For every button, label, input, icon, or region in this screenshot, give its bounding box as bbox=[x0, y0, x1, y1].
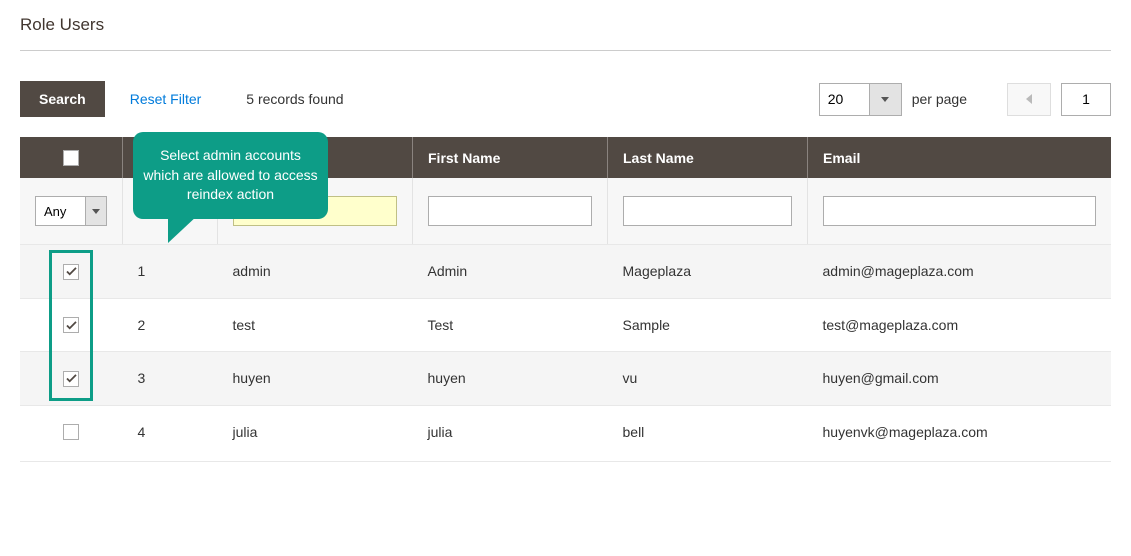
cell-firstname: huyen bbox=[413, 352, 608, 406]
page-size-control bbox=[819, 83, 902, 116]
filter-any-dropdown-button[interactable] bbox=[85, 196, 107, 226]
column-header-firstname[interactable]: First Name bbox=[413, 137, 608, 178]
table-row[interactable]: 1adminAdminMageplazaadmin@mageplaza.com bbox=[20, 245, 1111, 299]
cell-id: 1 bbox=[123, 245, 218, 299]
cell-email: admin@mageplaza.com bbox=[808, 245, 1112, 299]
chevron-left-icon bbox=[1026, 94, 1032, 104]
row-checkbox[interactable] bbox=[63, 264, 79, 280]
cell-id: 4 bbox=[123, 405, 218, 461]
select-all-checkbox[interactable] bbox=[63, 150, 79, 166]
callout-tooltip: Select admin accounts which are allowed … bbox=[133, 132, 328, 219]
cell-lastname: vu bbox=[608, 352, 808, 406]
cell-id: 2 bbox=[123, 298, 218, 352]
row-checkbox[interactable] bbox=[63, 424, 79, 440]
cell-email: test@mageplaza.com bbox=[808, 298, 1112, 352]
column-header-lastname[interactable]: Last Name bbox=[608, 137, 808, 178]
cell-firstname: Admin bbox=[413, 245, 608, 299]
row-checkbox[interactable] bbox=[63, 317, 79, 333]
check-icon bbox=[66, 267, 77, 276]
cell-email: huyen@gmail.com bbox=[808, 352, 1112, 406]
records-found-label: 5 records found bbox=[246, 91, 343, 107]
cell-firstname: julia bbox=[413, 405, 608, 461]
column-header-email[interactable]: Email bbox=[808, 137, 1112, 178]
per-page-label: per page bbox=[912, 91, 967, 107]
column-header-select[interactable] bbox=[20, 137, 123, 178]
row-checkbox[interactable] bbox=[63, 371, 79, 387]
current-page-input[interactable] bbox=[1061, 83, 1111, 116]
table-row[interactable]: 2testTestSampletest@mageplaza.com bbox=[20, 298, 1111, 352]
check-icon bbox=[66, 374, 77, 383]
grid-toolbar: Search Reset Filter 5 records found per … bbox=[20, 81, 1111, 117]
check-icon bbox=[66, 321, 77, 330]
chevron-down-icon bbox=[881, 97, 889, 102]
cell-email: huyenvk@mageplaza.com bbox=[808, 405, 1112, 461]
search-button[interactable]: Search bbox=[20, 81, 105, 117]
prev-page-button[interactable] bbox=[1007, 83, 1051, 116]
cell-firstname: Test bbox=[413, 298, 608, 352]
filter-lastname-input[interactable] bbox=[623, 196, 792, 226]
filter-firstname-input[interactable] bbox=[428, 196, 592, 226]
cell-lastname: bell bbox=[608, 405, 808, 461]
cell-lastname: Sample bbox=[608, 298, 808, 352]
cell-id: 3 bbox=[123, 352, 218, 406]
chevron-down-icon bbox=[92, 209, 100, 214]
page-size-input[interactable] bbox=[819, 83, 869, 116]
page-size-dropdown-button[interactable] bbox=[869, 83, 902, 116]
pager-group: per page bbox=[819, 83, 1111, 116]
title-divider bbox=[20, 50, 1111, 51]
table-row[interactable]: 4juliajuliabellhuyenvk@mageplaza.com bbox=[20, 405, 1111, 461]
reset-filter-link[interactable]: Reset Filter bbox=[130, 91, 202, 107]
filter-email-input[interactable] bbox=[823, 196, 1096, 226]
filter-any-select bbox=[35, 196, 107, 226]
cell-username: huyen bbox=[218, 352, 413, 406]
cell-lastname: Mageplaza bbox=[608, 245, 808, 299]
cell-username: julia bbox=[218, 405, 413, 461]
filter-any-input[interactable] bbox=[35, 196, 85, 226]
page-title: Role Users bbox=[20, 15, 1111, 35]
cell-username: test bbox=[218, 298, 413, 352]
cell-username: admin bbox=[218, 245, 413, 299]
table-row[interactable]: 3huyenhuyenvuhuyen@gmail.com bbox=[20, 352, 1111, 406]
